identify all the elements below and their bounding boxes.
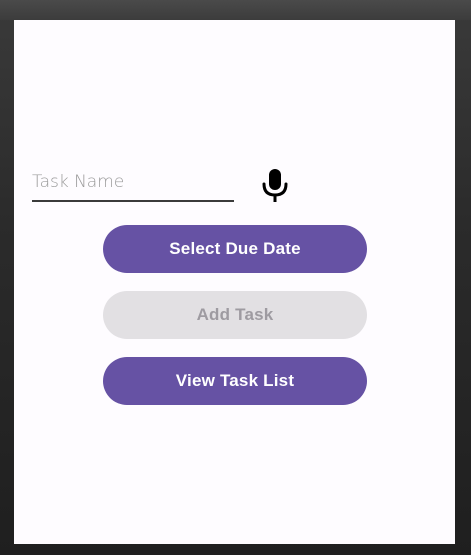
select-due-date-button[interactable]: Select Due Date: [103, 225, 367, 273]
add-task-button[interactable]: Add Task: [103, 291, 367, 339]
view-task-list-button[interactable]: View Task List: [103, 357, 367, 405]
task-name-input[interactable]: [32, 168, 234, 202]
voice-input-button[interactable]: [260, 168, 290, 204]
app-screen: Select Due Date Add Task View Task List: [14, 20, 455, 544]
window-frame-top: [0, 0, 471, 20]
microphone-icon: [262, 169, 288, 202]
task-input-row: [32, 168, 322, 208]
